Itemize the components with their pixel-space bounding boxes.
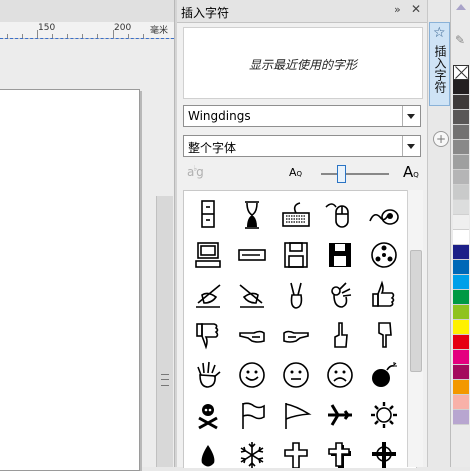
canvas-vertical-scrollbar[interactable]: [156, 196, 173, 467]
color-swatch[interactable]: [453, 305, 469, 320]
ruler-unit: 毫米: [150, 26, 169, 36]
smiley-face-icon[interactable]: [232, 355, 272, 395]
color-swatch[interactable]: [453, 215, 469, 230]
celtic-cross-icon[interactable]: [364, 435, 404, 468]
color-swatch[interactable]: [453, 245, 469, 260]
sun-icon[interactable]: [364, 395, 404, 435]
zoom-in-icon[interactable]: AQ: [403, 163, 419, 181]
double-arrow-icon[interactable]: »: [394, 3, 401, 16]
color-swatch[interactable]: [453, 125, 469, 140]
pointing-up-icon[interactable]: [320, 315, 360, 355]
chevron-down-icon[interactable]: [402, 136, 420, 156]
docker-header: 插入字符 » ✕: [177, 0, 427, 23]
no-color-swatch[interactable]: [453, 65, 469, 80]
recent-glyphs-placeholder: 显示最近使用的字形: [248, 58, 357, 72]
ok-hand-icon[interactable]: [320, 275, 360, 315]
tab-insert-character-label: 插入字符: [433, 45, 447, 93]
font-select-value: Wingdings: [188, 109, 251, 123]
color-palette: ✎: [450, 0, 470, 467]
color-swatch[interactable]: [453, 170, 469, 185]
eyedropper-icon[interactable]: ✎: [455, 33, 465, 47]
shadowed-cross-icon[interactable]: [320, 435, 360, 468]
color-swatch[interactable]: [453, 275, 469, 290]
color-swatch[interactable]: [453, 80, 469, 95]
zoom-slider-track[interactable]: [321, 173, 389, 175]
tab-insert-character[interactable]: ☆ 插入字符: [429, 22, 450, 106]
tape-reel-icon[interactable]: [364, 235, 404, 275]
ruler-label-150: 150: [38, 23, 56, 33]
horizontal-ruler[interactable]: 150 200 毫米: [0, 22, 174, 39]
floppy-disk-black-icon[interactable]: [320, 235, 360, 275]
glyph-scrollbar-thumb[interactable]: [410, 250, 422, 372]
docker-title: 插入字符: [181, 6, 230, 20]
color-swatch[interactable]: [453, 140, 469, 155]
zoom-slider-thumb[interactable]: [337, 165, 347, 183]
pennant-flag-icon[interactable]: [276, 395, 316, 435]
document-page[interactable]: [0, 89, 140, 471]
pointing-right-icon[interactable]: [276, 315, 316, 355]
color-swatch[interactable]: [453, 365, 469, 380]
swatch-list: [453, 65, 469, 425]
pointing-left-icon[interactable]: [232, 315, 272, 355]
scroll-grip-icon[interactable]: [161, 374, 169, 386]
hourglass-icon[interactable]: [232, 195, 272, 235]
glyph-zoom-row: a♭g AQ AQ: [177, 160, 427, 186]
star-icon: ☆: [433, 25, 446, 41]
chevron-down-icon[interactable]: [402, 106, 420, 126]
color-swatch[interactable]: [453, 110, 469, 125]
close-icon[interactable]: ✕: [411, 2, 421, 16]
neutral-face-icon[interactable]: [276, 355, 316, 395]
filing-cabinet-icon[interactable]: [188, 195, 228, 235]
white-flag-icon[interactable]: [232, 395, 272, 435]
toolbar-strip: [0, 0, 174, 23]
skull-crossbones-icon[interactable]: [188, 395, 228, 435]
floppy-disk-icon[interactable]: [276, 235, 316, 275]
color-swatch[interactable]: [453, 230, 469, 245]
color-swatch[interactable]: [453, 95, 469, 110]
glyph-scrollbar[interactable]: [407, 190, 423, 467]
add-tab-icon[interactable]: +: [433, 131, 449, 147]
hard-disk-icon[interactable]: [232, 235, 272, 275]
palette-scroll-up-icon[interactable]: [456, 4, 466, 10]
color-swatch[interactable]: [453, 185, 469, 200]
color-swatch[interactable]: [453, 380, 469, 395]
writing-hand-left-icon[interactable]: [232, 275, 272, 315]
subset-select[interactable]: 整个字体: [183, 135, 421, 157]
color-swatch[interactable]: [453, 260, 469, 275]
open-hand-icon[interactable]: [188, 355, 228, 395]
color-swatch[interactable]: [453, 200, 469, 215]
color-swatch[interactable]: [453, 350, 469, 365]
computer-icon[interactable]: [188, 235, 228, 275]
subset-select-value: 整个字体: [188, 141, 237, 155]
thumbs-down-icon[interactable]: [188, 315, 228, 355]
color-swatch[interactable]: [453, 290, 469, 305]
writing-hand-icon[interactable]: [188, 275, 228, 315]
color-swatch[interactable]: [453, 320, 469, 335]
keyboard-icon[interactable]: [276, 195, 316, 235]
color-swatch[interactable]: [453, 335, 469, 350]
snowflake-icon[interactable]: [232, 435, 272, 468]
bomb-icon[interactable]: [364, 355, 404, 395]
droplet-icon[interactable]: [188, 435, 228, 468]
pointing-down-icon[interactable]: [364, 315, 404, 355]
color-swatch[interactable]: [453, 410, 469, 425]
airplane-icon[interactable]: [320, 395, 360, 435]
insert-character-docker: 插入字符 » ✕ 显示最近使用的字形 Wingdings 整个字体 a♭g AQ…: [177, 0, 427, 468]
ruler-label-200: 200: [114, 23, 132, 33]
glyph-grid-panel: [183, 190, 417, 468]
trackball-icon[interactable]: [364, 195, 404, 235]
frowning-face-icon[interactable]: [320, 355, 360, 395]
color-swatch[interactable]: [453, 155, 469, 170]
zoom-out-icon[interactable]: AQ: [289, 166, 302, 179]
latin-cross-icon[interactable]: [276, 435, 316, 468]
font-select[interactable]: Wingdings: [183, 105, 421, 127]
drawing-canvas[interactable]: [0, 39, 174, 471]
thumbs-up-icon[interactable]: [364, 275, 404, 315]
recent-glyphs-area[interactable]: 显示最近使用的字形: [183, 27, 423, 99]
victory-hand-icon[interactable]: [276, 275, 316, 315]
color-swatch[interactable]: [453, 395, 469, 410]
glyph-filter-icon[interactable]: a♭g: [187, 164, 204, 179]
mouse-icon[interactable]: [320, 195, 360, 235]
